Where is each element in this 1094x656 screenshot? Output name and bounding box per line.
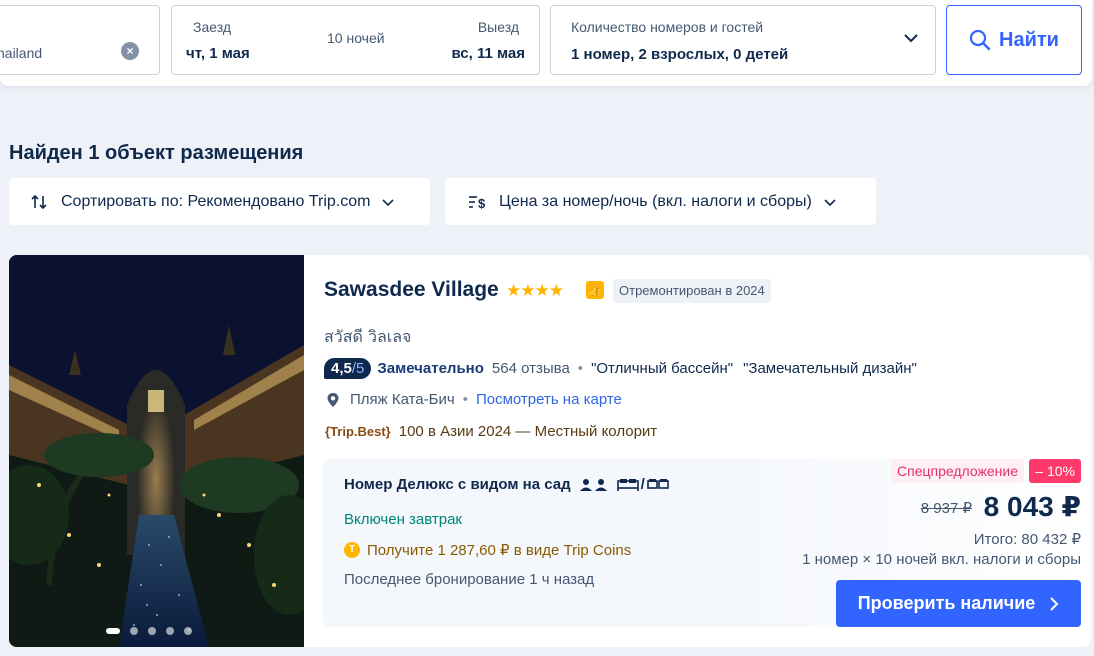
search-button[interactable]: Найти: [946, 5, 1082, 75]
results-title: Найден 1 объект размещения: [9, 142, 304, 164]
trip-coins-text: Получите 1 287,60 ₽ в виде Trip Coins: [367, 542, 632, 559]
review-highlight: "Отличный бассейн": [591, 360, 734, 377]
sort-icon: [29, 192, 49, 212]
chevron-down-icon: [382, 198, 395, 206]
carousel-dot[interactable]: [148, 627, 156, 635]
bed-icon: [616, 478, 639, 491]
twin-beds-icon: [646, 478, 669, 489]
location-pin-icon: [327, 392, 339, 407]
chevron-right-icon: [1050, 596, 1059, 611]
checkout-value[interactable]: вс, 11 мая: [451, 45, 525, 62]
breakfast-included: Включен завтрак: [344, 511, 462, 528]
checkin-value[interactable]: чт, 1 мая: [186, 45, 250, 62]
thumbs-up-icon: 👍: [586, 281, 604, 299]
photo-carousel-dots[interactable]: [106, 627, 192, 635]
guests-label: Количество номеров и гостей: [571, 19, 764, 35]
review-highlight: "Замечательный дизайн": [743, 360, 917, 377]
award-row: {Trip.Best} 100 в Азии 2024 — Местный ко…: [325, 423, 657, 440]
clear-icon[interactable]: ×: [121, 42, 139, 60]
carousel-dot[interactable]: [130, 627, 138, 635]
location-row: Пляж Ката-Бич • Посмотреть на карте: [326, 391, 622, 408]
separator-dot: •: [577, 360, 584, 377]
svg-text:$: $: [478, 196, 486, 211]
price-filter-icon: $: [467, 192, 487, 212]
total-price-note: 1 номер × 10 ночей вкл. налоги и сборы: [802, 551, 1081, 568]
date-range-field[interactable]: Заезд чт, 1 мая 10 ночей Выезд вс, 11 ма…: [171, 5, 540, 75]
hotel-photo-illustration: [9, 255, 304, 647]
review-score-badge: 4,5/5: [324, 358, 372, 379]
discount-badge: – 10%: [1029, 459, 1081, 483]
review-summary[interactable]: 4,5/5 Замечательно 564 отзыва • "Отличны…: [324, 358, 927, 379]
trip-coins-row: T Получите 1 287,60 ₽ в виде Trip Coins: [344, 541, 631, 559]
checkin-label: Заезд: [193, 19, 232, 35]
original-price: 8 937 ₽: [920, 500, 972, 517]
bed-separator: /: [640, 476, 645, 493]
search-button-label: Найти: [999, 28, 1059, 51]
checkout-label: Выезд: [477, 19, 519, 35]
last-booking-note: Последнее бронирование 1 ч назад: [344, 571, 595, 588]
hotel-local-name: สวัสดี วิลเลจ: [324, 327, 412, 346]
destination-input[interactable]: hailand: [0, 45, 42, 61]
sort-dropdown[interactable]: Сортировать по: Рекомендовано Trip.com: [9, 178, 430, 225]
room-offer: Номер Делюкс с видом на сад / Включен за…: [323, 459, 1085, 627]
search-bar: hailand × Заезд чт, 1 мая 10 ночей Выезд…: [0, 0, 1092, 86]
check-availability-label: Проверить наличие: [857, 593, 1036, 613]
carousel-dot[interactable]: [106, 628, 120, 634]
room-name-row: Номер Делюкс с видом на сад /: [344, 476, 669, 493]
price-display-dropdown[interactable]: $ Цена за номер/ночь (вкл. налоги и сбор…: [445, 178, 876, 225]
star-rating: ★★★★: [506, 281, 564, 300]
total-price: Итого: 80 432 ₽: [973, 531, 1081, 548]
current-price: 8 043 ₽: [983, 491, 1081, 522]
review-count: 564 отзыва: [491, 360, 570, 377]
nights-count: 10 ночей: [327, 30, 385, 46]
location-area: Пляж Ката-Бич: [350, 391, 455, 408]
price-display-label: Цена за номер/ночь (вкл. налоги и сборы): [499, 192, 812, 210]
chevron-down-icon: [824, 198, 836, 206]
search-icon: [969, 29, 991, 51]
award-text: 100 в Азии 2024 — Местный колорит: [398, 423, 658, 440]
renovated-badge: Отремонтирован в 2024: [613, 279, 771, 303]
guests-value: 1 номер, 2 взрослых, 0 детей: [571, 46, 789, 63]
hotel-photo[interactable]: [9, 255, 304, 647]
separator-dot: •: [462, 391, 468, 408]
check-availability-button[interactable]: Проверить наличие: [836, 580, 1081, 627]
carousel-dot[interactable]: [166, 627, 174, 635]
destination-field[interactable]: hailand ×: [0, 5, 160, 75]
review-score-label: Замечательно: [377, 360, 484, 377]
view-on-map-link[interactable]: Посмотреть на карте: [476, 391, 622, 408]
trip-best-badge: {Trip.Best}: [325, 424, 391, 439]
room-name: Номер Делюкс с видом на сад: [344, 476, 571, 493]
trip-coin-icon: T: [344, 542, 360, 558]
hotel-name[interactable]: Sawasdee Village: [324, 278, 499, 302]
guests-icon: [579, 478, 607, 491]
chevron-down-icon: [904, 34, 918, 43]
carousel-dot[interactable]: [184, 627, 192, 635]
special-offer-badge: Спецпредложение: [891, 459, 1024, 483]
sort-label: Сортировать по: Рекомендовано Trip.com: [61, 192, 371, 210]
hotel-card[interactable]: Sawasdee Village ★★★★ 👍 Отремонтирован в…: [9, 255, 1091, 647]
guests-field[interactable]: Количество номеров и гостей 1 номер, 2 в…: [550, 5, 936, 75]
